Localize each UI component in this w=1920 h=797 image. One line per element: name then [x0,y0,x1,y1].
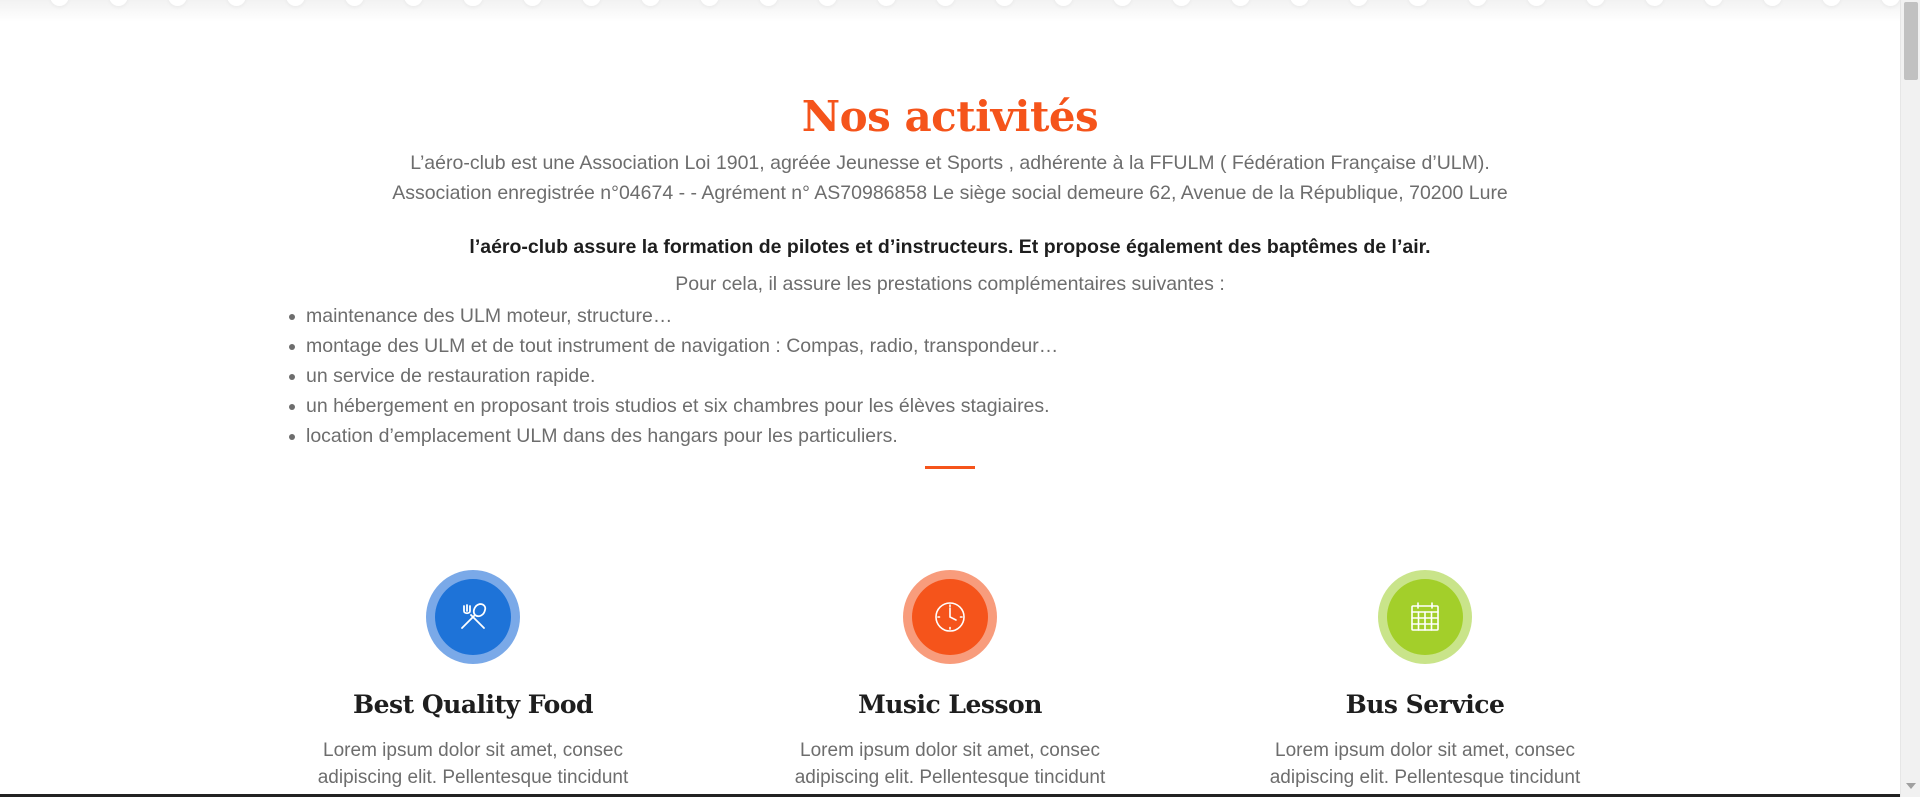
decorative-dot [1290,0,1310,6]
intro-line: Association enregistrée n°04674 - - Agré… [392,182,1508,204]
list-item: un service de restauration rapide. [288,361,1058,391]
feature-card-food: Best Quality Food Lorem ipsum dolor sit … [283,570,663,797]
top-decorative-strip [0,0,1900,22]
decorative-dot [1349,0,1369,6]
section-title: Nos activités [801,92,1099,141]
decorative-dot [758,0,778,6]
calendar-icon [1387,579,1463,655]
scroll-down-arrow-icon[interactable] [1906,783,1916,789]
decorative-dots [0,0,1900,6]
decorative-dot [699,0,719,6]
scrollbar-thumb[interactable] [1904,2,1918,80]
decorative-dot [1703,0,1723,6]
decorative-dot [168,0,188,6]
decorative-dot [817,0,837,6]
feature-icon-ring [426,570,520,664]
decorative-dot [1408,0,1428,6]
services-list: maintenance des ULM moteur, structure… m… [288,301,1058,451]
feature-card-bus: Bus Service Lorem ipsum dolor sit amet, … [1235,570,1615,797]
decorative-dot [463,0,483,6]
decorative-dot [109,0,129,6]
services-intro: Pour cela, il assure les prestations com… [675,273,1225,295]
decorative-dot [1054,0,1074,6]
decorative-dot [404,0,424,6]
list-item: un hébergement en proposant trois studio… [288,391,1058,421]
decorative-dot [581,0,601,6]
decorative-dot [227,0,247,6]
decorative-dot [50,0,70,6]
intro-line: L’aéro-club est une Association Loi 1901… [410,152,1490,174]
decorative-dot [522,0,542,6]
clock-icon [912,579,988,655]
feature-text: Lorem ipsum dolor sit amet, consec adipi… [317,740,629,797]
decorative-dot [995,0,1015,6]
decorative-dot [1231,0,1251,6]
feature-title: Music Lesson [858,690,1042,719]
decorative-dot [640,0,660,6]
decorative-dot [876,0,896,6]
decorative-dot [345,0,365,6]
list-item: location d’emplacement ULM dans des hang… [288,421,1058,451]
decorative-dot [1113,0,1133,6]
decorative-dot [1526,0,1546,6]
fork-spoon-icon [435,579,511,655]
feature-card-music: Music Lesson Lorem ipsum dolor sit amet,… [760,570,1140,797]
features-row: Best Quality Food Lorem ipsum dolor sit … [280,570,1620,797]
decorative-dot [935,0,955,6]
list-item: montage des ULM et de tout instrument de… [288,331,1058,361]
training-statement: l’aéro-club assure la formation de pilot… [469,236,1431,258]
list-item: maintenance des ULM moteur, structure… [288,301,1058,331]
feature-icon-ring [903,570,997,664]
decorative-dot [286,0,306,6]
decorative-dot [1644,0,1664,6]
feature-title: Bus Service [1345,690,1505,719]
vertical-scrollbar[interactable] [1900,0,1920,797]
feature-icon-ring [1378,570,1472,664]
feature-text: Lorem ipsum dolor sit amet, consec adipi… [1269,740,1581,797]
decorative-dot [1762,0,1782,6]
decorative-dot [1880,0,1900,6]
decorative-dot [1585,0,1605,6]
decorative-dot [1821,0,1841,6]
section-divider [925,466,975,469]
decorative-dot [1172,0,1192,6]
feature-text: Lorem ipsum dolor sit amet, consec adipi… [794,740,1106,797]
decorative-dot [1467,0,1487,6]
intro-text: L’aéro-club est une Association Loi 1901… [280,148,1620,208]
feature-title: Best Quality Food [353,690,594,719]
